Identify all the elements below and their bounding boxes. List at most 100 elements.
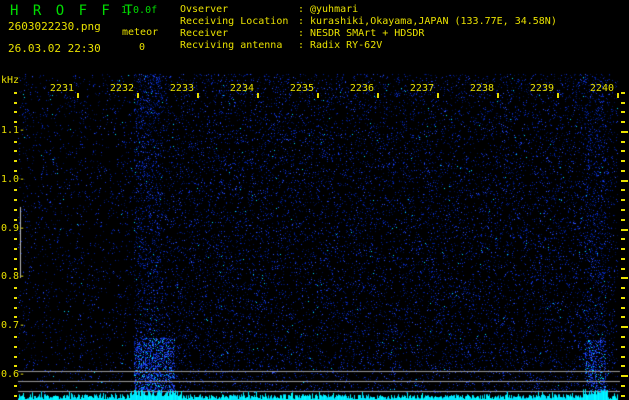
freq-major-tick-right (621, 229, 628, 231)
freq-major-tick-right (621, 326, 628, 328)
freq-minor-tick-right (621, 209, 625, 211)
freq-minor-tick-left (14, 248, 17, 250)
station-info-row: Receiving Location: kurashiki,Okayama,JAP… (180, 16, 557, 28)
info-label: Receiver (180, 28, 229, 39)
time-tick-mark (197, 93, 199, 98)
station-info-row: Receiver: NESDR SMArt + HDSDR (180, 28, 557, 40)
info-value: NESDR SMArt + HDSDR (310, 28, 425, 39)
freq-minor-tick-left (14, 365, 17, 367)
freq-minor-tick-right (621, 346, 625, 348)
time-tick-mark (617, 93, 619, 98)
freq-minor-tick-left (14, 92, 17, 94)
time-tick-mark (497, 93, 499, 98)
freq-minor-tick-right (621, 160, 625, 162)
freq-minor-tick-left (14, 170, 17, 172)
freq-minor-tick-right (621, 307, 625, 309)
info-label: Ovserver (180, 4, 229, 15)
time-tick-label: 2234 (229, 83, 254, 94)
freq-minor-tick-right (621, 111, 625, 113)
freq-minor-tick-left (14, 219, 17, 221)
time-tick-mark (557, 93, 559, 98)
info-label: Receiving Location (180, 16, 289, 27)
frequency-tick-label: 0.6- (1, 369, 26, 380)
freq-minor-tick-left (14, 346, 17, 348)
freq-minor-tick-right (621, 141, 625, 143)
freq-minor-tick-left (14, 336, 17, 338)
meteor-counter-value: 0 (139, 42, 146, 53)
info-value: @yuhmari (310, 4, 359, 15)
freq-minor-tick-left (14, 199, 17, 201)
time-tick-label: 2236 (349, 83, 374, 94)
freq-minor-tick-left (14, 316, 17, 318)
freq-minor-tick-right (621, 297, 625, 299)
time-tick-label: 2233 (169, 83, 194, 94)
observation-datetime: 26.03.02 22:30 (8, 42, 101, 55)
info-separator: : (298, 4, 305, 15)
freq-minor-tick-left (14, 160, 17, 162)
time-tick-label: 2232 (109, 83, 134, 94)
freq-minor-tick-left (14, 356, 17, 358)
time-tick-label: 2235 (289, 83, 314, 94)
time-tick-label: 2239 (529, 83, 554, 94)
frequency-tick-label: 0.7- (1, 320, 26, 331)
frequency-tick-label: 0.8- (1, 271, 26, 282)
freq-minor-tick-left (14, 297, 17, 299)
time-tick-mark (377, 93, 379, 98)
time-tick-label: 2238 (469, 83, 494, 94)
time-tick-label: 2240 (589, 83, 614, 94)
freq-major-tick-right (621, 131, 628, 133)
freq-minor-tick-left (14, 385, 17, 387)
frequency-axis-unit: kHz (1, 75, 20, 86)
freq-minor-tick-right (621, 92, 625, 94)
freq-minor-tick-right (621, 150, 625, 152)
frequency-tick-label: 1.1- (1, 125, 26, 136)
freq-minor-tick-right (621, 268, 625, 270)
freq-minor-tick-left (14, 395, 17, 397)
freq-minor-tick-left (14, 238, 17, 240)
frequency-tick-label: 1.0- (1, 174, 26, 185)
time-tick-mark (77, 93, 79, 98)
info-separator: : (298, 16, 305, 27)
freq-minor-tick-left (14, 121, 17, 123)
freq-major-tick-right (621, 375, 628, 377)
info-label: Recviving antenna (180, 40, 283, 51)
freq-minor-tick-right (621, 199, 625, 201)
output-filename: 2603022230.png (8, 20, 101, 33)
station-info-block: Ovserver: @yuhmari Receiving Location: kura… (180, 4, 557, 52)
hrofft-window: H R O F F T 1.0.0f 2603022230.png meteor… (0, 0, 629, 400)
freq-minor-tick-right (621, 316, 625, 318)
meteor-counter-label: meteor (122, 27, 159, 38)
info-value: Radix RY-62V (310, 40, 383, 51)
freq-minor-tick-right (621, 385, 625, 387)
freq-minor-tick-right (621, 121, 625, 123)
freq-minor-tick-right (621, 219, 625, 221)
time-tick-label: 2237 (409, 83, 434, 94)
freq-minor-tick-left (14, 268, 17, 270)
info-separator: : (298, 28, 305, 39)
freq-minor-tick-right (621, 170, 625, 172)
freq-minor-tick-right (621, 238, 625, 240)
freq-minor-tick-right (621, 102, 625, 104)
time-tick-mark (437, 93, 439, 98)
time-tick-mark (257, 93, 259, 98)
freq-minor-tick-left (14, 102, 17, 104)
freq-minor-tick-right (621, 287, 625, 289)
freq-minor-tick-left (14, 150, 17, 152)
freq-minor-tick-right (621, 336, 625, 338)
spectrogram-canvas (0, 0, 629, 400)
station-info-row: Ovserver: @yuhmari (180, 4, 557, 16)
info-value: kurashiki,Okayama,JAPAN (133.77E, 34.58N… (310, 16, 557, 27)
time-tick-label: 2231 (49, 83, 74, 94)
freq-minor-tick-left (14, 189, 17, 191)
freq-minor-tick-right (621, 395, 625, 397)
station-info-row: Recviving antenna: Radix RY-62V (180, 40, 557, 52)
app-version: 1.0.0f (121, 5, 158, 16)
freq-major-tick-right (621, 277, 628, 279)
freq-major-tick-right (621, 180, 628, 182)
freq-minor-tick-right (621, 365, 625, 367)
app-title: H R O F F T (10, 3, 136, 19)
info-separator: : (298, 40, 305, 51)
freq-minor-tick-right (621, 258, 625, 260)
freq-minor-tick-right (621, 248, 625, 250)
freq-minor-tick-left (14, 258, 17, 260)
